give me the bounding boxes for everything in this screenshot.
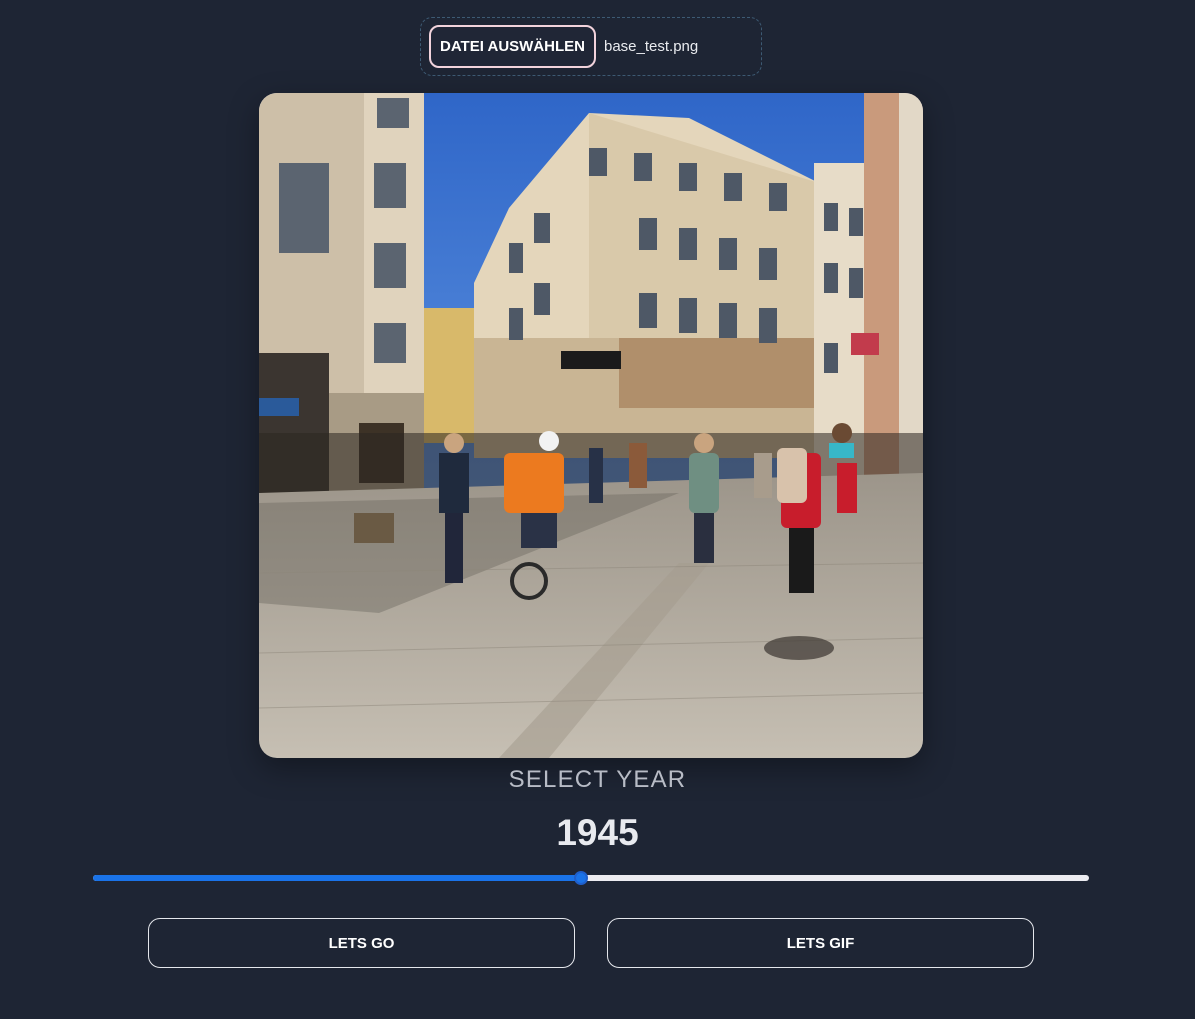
year-slider[interactable] [93, 868, 1089, 888]
slider-fill [93, 875, 581, 881]
slider-thumb[interactable] [574, 871, 588, 885]
selected-file-name: base_test.png [604, 38, 699, 55]
photo-preview [259, 93, 923, 758]
street-photo-image [259, 93, 923, 758]
file-picker: DATEI AUSWÄHLEN base_test.png [420, 17, 762, 76]
lets-go-button[interactable]: LETS GO [148, 918, 575, 968]
year-value: 1945 [556, 812, 639, 853]
choose-file-button[interactable]: DATEI AUSWÄHLEN [429, 25, 596, 68]
select-year-label: SELECT YEAR [508, 766, 687, 793]
lets-gif-button[interactable]: LETS GIF [607, 918, 1034, 968]
